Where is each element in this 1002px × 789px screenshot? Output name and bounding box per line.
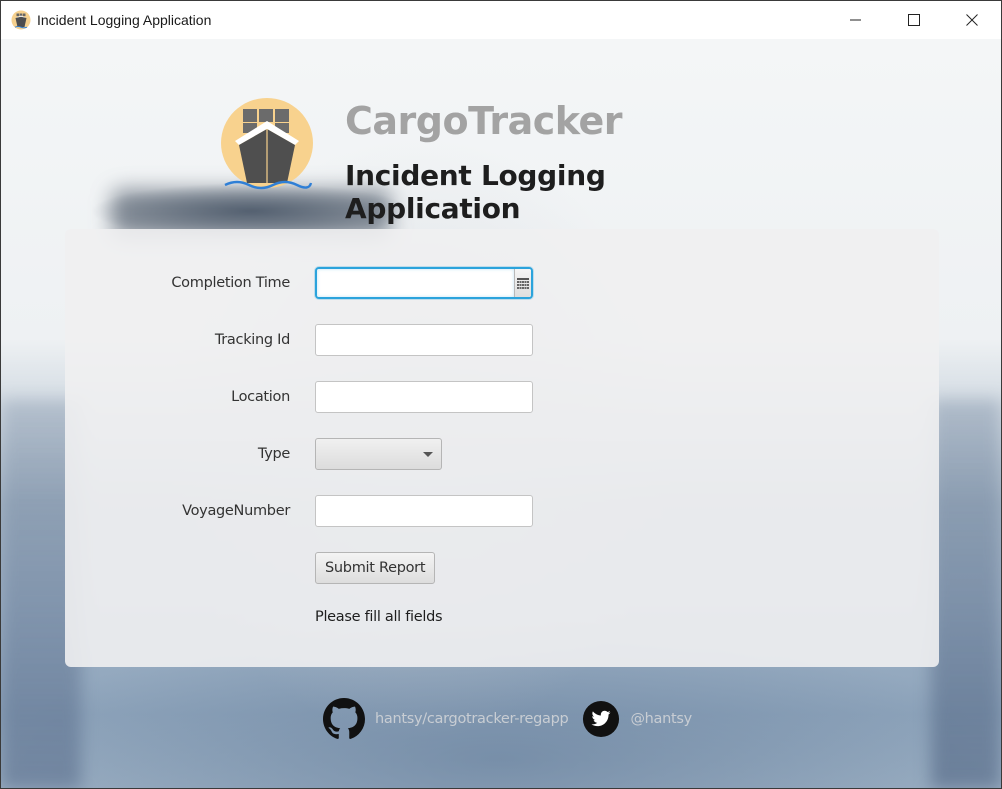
app-window: Incident Logging Application CargoTracke… <box>0 0 1002 789</box>
tracking-id-input[interactable] <box>315 324 533 356</box>
window-controls <box>827 1 1001 39</box>
voyage-number-input[interactable] <box>315 495 533 527</box>
maximize-button[interactable] <box>885 1 943 39</box>
type-combo-box[interactable] <box>315 438 442 470</box>
type-label: Type <box>257 446 290 462</box>
voyage-number-label-wrap: VoyageNumber <box>65 495 290 527</box>
close-button[interactable] <box>943 1 1001 39</box>
brand-title: CargoTracker <box>345 99 623 143</box>
header: CargoTracker Incident Logging Applicatio… <box>219 97 779 225</box>
form-panel: Completion Time Tracking Id Location Typ… <box>65 229 939 667</box>
status-message: Please fill all fields <box>315 609 443 625</box>
voyage-number-label: VoyageNumber <box>182 503 290 519</box>
app-icon <box>11 10 31 30</box>
calendar-button[interactable] <box>514 269 531 297</box>
github-link[interactable]: hantsy/cargotracker-regapp <box>375 711 569 727</box>
background-sea-right <box>931 399 1001 788</box>
submit-report-button[interactable]: Submit Report <box>315 552 436 584</box>
tracking-id-field <box>315 324 533 356</box>
github-icon[interactable] <box>323 698 365 740</box>
completion-time-field <box>315 267 533 299</box>
cargo-ship-logo-icon <box>221 98 313 190</box>
close-icon <box>966 14 978 26</box>
window-title: Incident Logging Application <box>37 12 212 28</box>
maximize-icon <box>908 14 920 26</box>
type-field <box>315 438 442 470</box>
tracking-id-label-wrap: Tracking Id <box>65 324 290 356</box>
location-label: Location <box>231 389 290 405</box>
main-content: CargoTracker Incident Logging Applicatio… <box>1 39 1001 788</box>
location-field <box>315 381 533 413</box>
location-input[interactable] <box>315 381 533 413</box>
page-title: Incident Logging Application <box>345 159 606 225</box>
twitter-link[interactable]: @hantsy <box>630 711 692 727</box>
type-label-wrap: Type <box>65 438 290 470</box>
title-bar: Incident Logging Application <box>1 1 1001 39</box>
calendar-icon <box>517 277 529 289</box>
location-label-wrap: Location <box>65 381 290 413</box>
twitter-icon[interactable] <box>582 700 620 738</box>
minimize-icon <box>850 19 861 21</box>
minimize-button[interactable] <box>827 1 885 39</box>
tracking-id-label: Tracking Id <box>214 332 290 348</box>
completion-time-input[interactable] <box>317 269 514 297</box>
chevron-down-icon <box>423 452 433 457</box>
footer: hantsy/cargotracker-regapp @hantsy <box>323 697 692 741</box>
completion-time-date-picker[interactable] <box>315 267 533 299</box>
completion-time-label: Completion Time <box>171 275 290 291</box>
completion-time-label-wrap: Completion Time <box>65 267 290 299</box>
voyage-number-field <box>315 495 533 527</box>
